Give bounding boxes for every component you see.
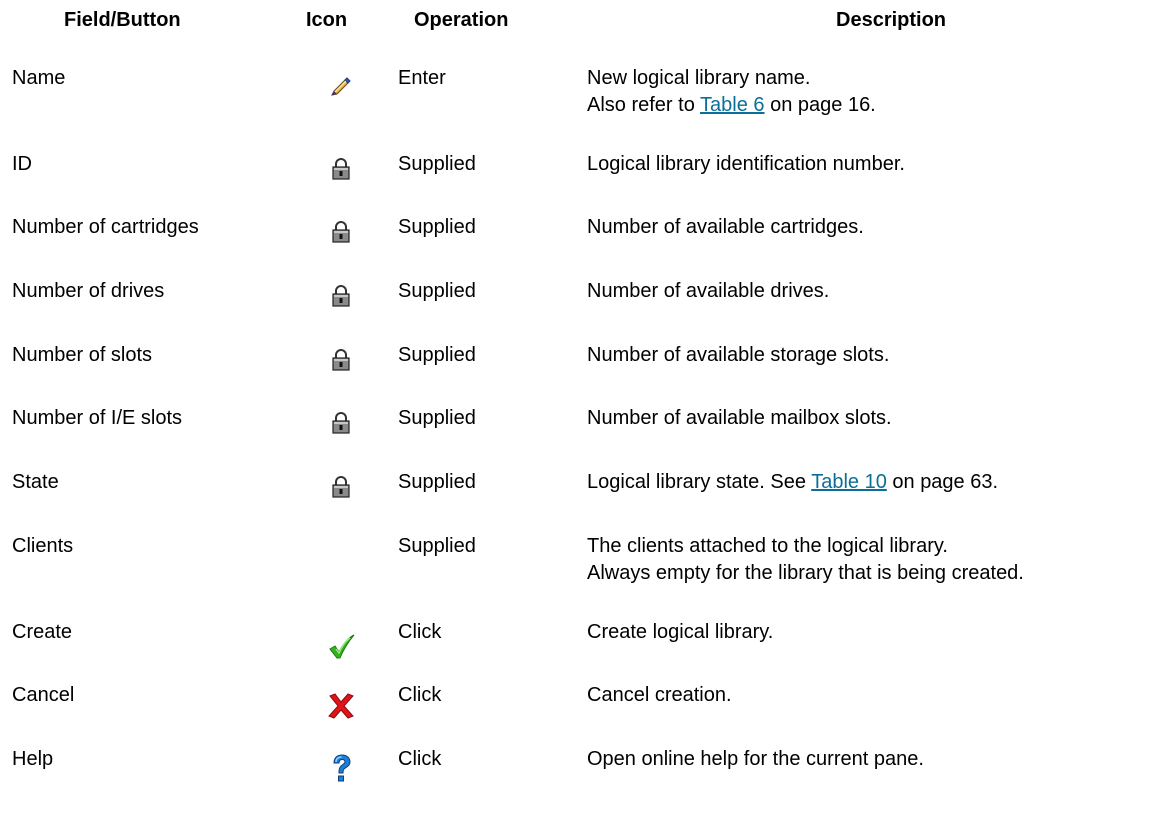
description: New logical library name. Also refer to … — [587, 65, 876, 119]
table-row: Clients Supplied The clients attached to… — [0, 533, 1175, 593]
field-number-of-ie-slots: Number of I/E slots — [12, 407, 183, 429]
table-row: Number of slots Supplied Number of avail… — [0, 342, 1175, 402]
table-row: Number of drives Supplied Number of avai… — [0, 278, 1175, 338]
description-text: on page 63. — [886, 471, 999, 493]
field-create: Create — [12, 621, 73, 643]
operation-supplied: Supplied — [398, 280, 476, 302]
header-description: Description — [836, 9, 947, 31]
lock-icon — [331, 221, 363, 255]
lock-icon — [331, 412, 363, 446]
field-id: ID — [12, 153, 32, 175]
description: The clients attached to the logical libr… — [587, 533, 1024, 587]
description: Logical library identification number. — [587, 153, 905, 175]
description-line: The clients attached to the logical libr… — [587, 535, 948, 557]
field-number-of-slots: Number of slots — [12, 344, 153, 366]
description: Number of available storage slots. — [587, 344, 890, 366]
red-x-icon — [327, 692, 359, 726]
table-10-link[interactable]: Table 10 — [811, 471, 887, 493]
table-row: Create Click Create logical library. — [0, 619, 1175, 679]
lock-icon — [331, 476, 363, 510]
description: Number of available drives. — [587, 280, 830, 302]
description-text: Logical library state. See — [587, 471, 812, 493]
description: Logical library state. See Table 10 on p… — [587, 469, 998, 496]
operation-supplied: Supplied — [398, 344, 476, 366]
operation-supplied: Supplied — [398, 153, 476, 175]
field-number-of-cartridges: Number of cartridges — [12, 216, 199, 238]
lock-icon — [331, 285, 363, 319]
question-mark-icon — [330, 754, 362, 788]
operation-enter: Enter — [398, 67, 446, 89]
header-icon: Icon — [306, 9, 348, 31]
table-row: Number of I/E slots Supplied Number of a… — [0, 405, 1175, 465]
lock-icon — [331, 158, 363, 192]
table-6-link[interactable]: Table 6 — [700, 94, 765, 116]
table-row: Cancel Click Cancel creation. — [0, 682, 1175, 742]
description-text: Also refer to — [587, 94, 701, 116]
pencil-edit-icon — [329, 75, 361, 109]
operation-click: Click — [398, 684, 442, 706]
table-row: Number of cartridges Supplied Number of … — [0, 214, 1175, 274]
field-clients: Clients — [12, 535, 74, 557]
description-line: Always empty for the library that is bei… — [587, 562, 1024, 584]
table-row: State Supplied Logical library state. Se… — [0, 469, 1175, 529]
description-line: Also refer to Table 6 on page 16. — [587, 92, 876, 119]
lock-icon — [331, 349, 363, 383]
header-field-button: Field/Button — [64, 9, 181, 31]
checkmark-icon — [328, 633, 360, 667]
operation-click: Click — [398, 748, 442, 770]
description: Number of available cartridges. — [587, 216, 864, 238]
field-cancel: Cancel — [12, 684, 75, 706]
description: Number of available mailbox slots. — [587, 407, 892, 429]
field-help: Help — [12, 748, 54, 770]
description: Create logical library. — [587, 621, 774, 643]
operation-click: Click — [398, 621, 442, 643]
table-row: Name Enter New logical library name. Als… — [0, 65, 1175, 125]
description-text: on page 16. — [764, 94, 876, 116]
header-operation: Operation — [414, 9, 509, 31]
description-line: New logical library name. — [587, 67, 811, 89]
table-row: ID Supplied Logical library identificati… — [0, 151, 1175, 211]
operation-supplied: Supplied — [398, 535, 476, 557]
description: Cancel creation. — [587, 684, 732, 706]
field-name: Name — [12, 67, 66, 89]
operation-supplied: Supplied — [398, 471, 476, 493]
table-row: Help Click Open online help for the curr… — [0, 746, 1175, 806]
description: Open online help for the current pane. — [587, 748, 924, 770]
operation-supplied: Supplied — [398, 216, 476, 238]
operation-supplied: Supplied — [398, 407, 476, 429]
field-number-of-drives: Number of drives — [12, 280, 165, 302]
field-state: State — [12, 471, 59, 493]
